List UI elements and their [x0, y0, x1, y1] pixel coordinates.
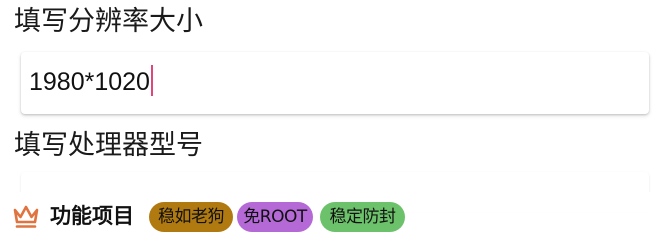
- crown-icon: [13, 205, 39, 228]
- feature-badge-anti-ban: 稳定防封: [320, 202, 405, 232]
- features-bar: 功能项目 稳如老狗 免ROOT 稳定防封: [0, 192, 667, 247]
- features-title: 功能项目: [50, 204, 134, 228]
- text-caret: [150, 65, 153, 96]
- resolution-input[interactable]: 1980*1020: [21, 52, 649, 114]
- resolution-label: 填写分辨率大小: [14, 6, 203, 37]
- resolution-input-text: 1980*1020: [29, 68, 150, 96]
- cpu-model-label: 填写处理器型号: [14, 130, 203, 161]
- feature-badge-no-root: 免ROOT: [237, 202, 313, 232]
- resolution-input-value[interactable]: 1980*1020: [29, 65, 153, 99]
- feature-badge-stable: 稳如老狗: [149, 202, 233, 232]
